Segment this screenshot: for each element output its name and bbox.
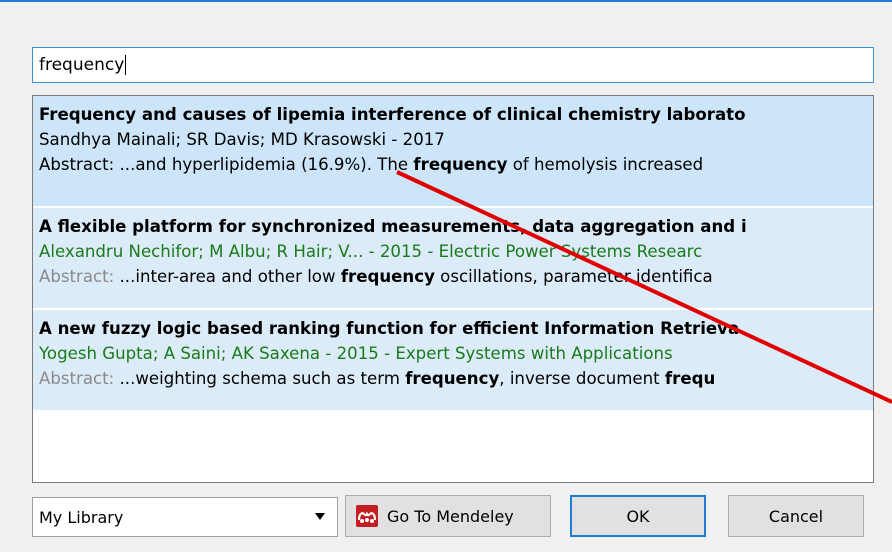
abstract-text: of hemolysis increased	[507, 155, 704, 174]
library-select-value: My Library	[39, 507, 124, 527]
result-title: Frequency and causes of lipemia interfer…	[39, 105, 746, 124]
abstract-text: ...and hyperlipidemia (16.9%). The	[114, 155, 414, 174]
abstract-text: oscillations, parameter identifica	[434, 267, 713, 286]
abstract-keyword: frequ	[664, 369, 716, 388]
abstract-keyword: frequency	[340, 267, 435, 286]
result-abstract: Abstract: ...weighting schema such as te…	[39, 366, 873, 391]
abstract-label: Abstract:	[39, 155, 115, 174]
ok-button[interactable]: OK	[570, 495, 706, 537]
result-title: A flexible platform for synchronized mea…	[39, 217, 747, 236]
result-item[interactable]: A flexible platform for synchronized mea…	[33, 208, 873, 308]
result-item[interactable]: Frequency and causes of lipemia interfer…	[33, 96, 873, 206]
abstract-text: , inverse document	[499, 369, 665, 388]
result-abstract: Abstract: ...inter-area and other low fr…	[39, 264, 873, 289]
result-authors: Alexandru Nechifor; M Albu; R Hair; V...…	[39, 242, 703, 261]
search-input[interactable]: frequency	[32, 47, 874, 83]
chevron-down-icon	[315, 513, 325, 520]
result-item[interactable]: A new fuzzy logic based ranking function…	[33, 310, 873, 410]
go-to-mendeley-button[interactable]: Go To Mendeley	[345, 495, 551, 537]
result-authors: Yogesh Gupta; A Saini; AK Saxena - 2015 …	[39, 344, 673, 363]
cancel-button[interactable]: Cancel	[728, 495, 864, 537]
abstract-text: ...inter-area and other low	[114, 267, 341, 286]
go-to-mendeley-label: Go To Mendeley	[387, 506, 514, 526]
results-list[interactable]: Frequency and causes of lipemia interfer…	[32, 95, 874, 483]
mendeley-logo-icon	[356, 505, 378, 527]
abstract-text: ...weighting schema such as term	[114, 369, 406, 388]
text-caret	[125, 55, 127, 75]
result-authors: Sandhya Mainali; SR Davis; MD Krasowski …	[39, 130, 445, 149]
dialog-top-border	[0, 0, 892, 2]
abstract-keyword: frequency	[413, 155, 508, 174]
abstract-label: Abstract:	[39, 267, 115, 286]
abstract-label: Abstract:	[39, 369, 115, 388]
ok-label: OK	[626, 506, 650, 526]
cancel-label: Cancel	[768, 506, 824, 526]
result-abstract: Abstract: ...and hyperlipidemia (16.9%).…	[39, 152, 873, 177]
abstract-keyword: frequency	[405, 369, 500, 388]
library-select[interactable]: My Library	[32, 497, 338, 537]
result-title: A new fuzzy logic based ranking function…	[39, 319, 740, 338]
search-input-value: frequency	[39, 55, 125, 75]
